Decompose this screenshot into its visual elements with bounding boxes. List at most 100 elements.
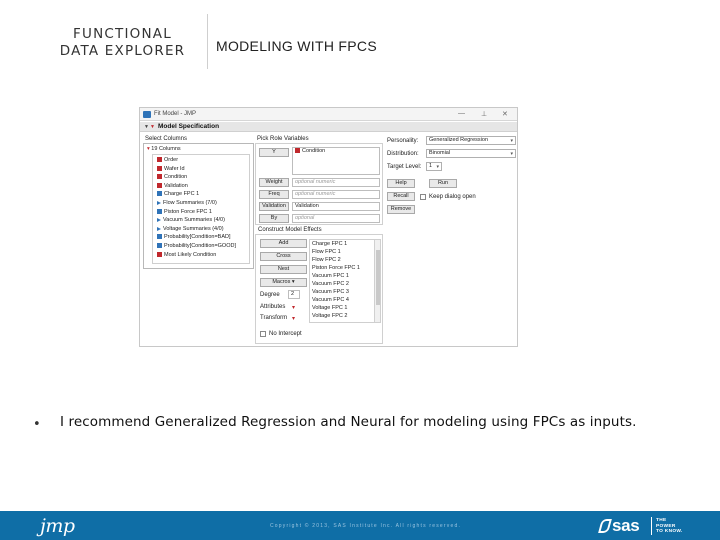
degree-label: Degree (260, 292, 280, 298)
model-effect-item[interactable]: Flow FPC 2 (312, 257, 341, 263)
distribution-label: Distribution: (387, 151, 419, 157)
nest-effect-button[interactable]: Nest (260, 265, 307, 274)
target-level-dropdown[interactable]: 1 ▾ (426, 162, 442, 171)
model-effect-item[interactable]: Voltage FPC 1 (312, 305, 347, 311)
model-spec-header[interactable]: ▼ ▼ Model Specification (140, 122, 517, 132)
validation-role-button[interactable]: Validation (259, 202, 289, 211)
column-list-item-label: Piston Force FPC 1 (164, 208, 212, 215)
column-list-item[interactable]: Charge FPC 1 (157, 191, 199, 197)
model-effect-item[interactable]: Voltage FPC 2 (312, 313, 347, 319)
personality-dropdown[interactable]: Generalized Regression ▾ (426, 136, 516, 145)
column-list-item[interactable]: Wafer Id (157, 165, 185, 172)
section-title-line2: DATA EXPLORER (59, 43, 186, 59)
red-triangle-menu-icon[interactable]: ▼ (150, 124, 155, 130)
expand-group-icon[interactable] (157, 218, 161, 223)
transform-label: Transform (260, 315, 288, 321)
column-list-item[interactable]: Vacuum Summaries (4/0) (157, 217, 225, 223)
sas-logo-text: sas (612, 516, 640, 535)
run-button[interactable]: Run (429, 179, 457, 188)
column-list-item-label: Voltage Summaries (4/0) (163, 225, 224, 232)
columns-count-label: 19 Columns (151, 146, 181, 152)
no-intercept-checkbox[interactable] (260, 331, 266, 337)
maximize-icon[interactable]: ⊥ (481, 110, 487, 118)
model-effect-item[interactable]: Vacuum FPC 4 (312, 297, 349, 303)
chevron-down-icon: ▾ (510, 151, 513, 157)
column-list-item-label: Vacuum Summaries (4/0) (163, 217, 225, 224)
column-list-item[interactable]: Most Likely Condition (157, 251, 217, 258)
columns-list[interactable]: Order Wafer Id Condition Validation Charge F… (152, 154, 250, 264)
column-list-item-label: Wafer Id (164, 165, 185, 172)
distribution-value: Binomial (429, 150, 451, 156)
chevron-down-icon: ▾ (291, 279, 295, 285)
window-titlebar[interactable]: Fit Model - JMP — ⊥ ✕ (140, 108, 517, 121)
column-list-item[interactable]: Piston Force FPC 1 (157, 208, 212, 215)
freq-role-field[interactable]: optional numeric (292, 190, 380, 199)
expand-group-icon[interactable] (157, 226, 161, 231)
model-effect-item[interactable]: Vacuum FPC 3 (312, 289, 349, 295)
nominal-icon (157, 174, 162, 180)
chevron-down-icon: ▾ (510, 138, 513, 144)
nominal-icon (157, 251, 162, 257)
close-icon[interactable]: ✕ (502, 110, 508, 118)
cross-effect-button[interactable]: Cross (260, 252, 307, 261)
help-button[interactable]: Help (387, 179, 415, 188)
column-list-item[interactable]: Validation (157, 182, 188, 189)
pick-role-panel: Y Condition Weight optional numeric Freq… (255, 143, 383, 225)
jmp-logo: jmp (40, 515, 75, 537)
effects-scrollbar-thumb[interactable] (376, 250, 380, 305)
model-spec-title: Model Specification (158, 123, 220, 130)
weight-role-button[interactable]: Weight (259, 178, 289, 187)
chevron-down-icon: ▾ (436, 164, 439, 170)
disclosure-triangle-icon[interactable]: ▼ (144, 124, 149, 130)
expand-group-icon[interactable] (157, 201, 161, 205)
degree-field[interactable]: 2 (288, 290, 300, 299)
recall-button[interactable]: Recall (387, 192, 415, 201)
model-effect-item[interactable]: Charge FPC 1 (312, 241, 347, 247)
model-effects-list[interactable]: Charge FPC 1 Flow FPC 1 Flow FPC 2 Piston F… (309, 239, 381, 323)
continuous-icon (157, 243, 162, 248)
distribution-dropdown[interactable]: Binomial ▾ (426, 149, 516, 158)
freq-role-button[interactable]: Freq (259, 190, 289, 199)
sas-logo: sas (598, 516, 640, 536)
personality-value: Generalized Regression (429, 137, 489, 143)
minimize-icon[interactable]: — (458, 110, 465, 117)
by-role-button[interactable]: By (259, 214, 289, 223)
columns-count[interactable]: ▾ 19 Columns (147, 146, 181, 152)
jmp-app-icon (143, 111, 151, 118)
column-list-item[interactable]: Voltage Summaries (4/0) (157, 226, 224, 232)
model-effect-item[interactable]: Vacuum FPC 1 (312, 273, 349, 279)
column-list-item-label: Most Likely Condition (164, 251, 217, 258)
column-list-item-label: Probability[Condition=GOOD] (164, 243, 236, 249)
header-divider (207, 14, 208, 69)
by-role-field[interactable]: optional (292, 214, 380, 223)
slide-title: MODELING WITH FPCS (216, 38, 377, 54)
y-role-button[interactable]: Y (259, 148, 289, 157)
footer-divider (651, 517, 652, 535)
column-list-item[interactable]: Probability[Condition=GOOD] (157, 243, 236, 249)
add-effect-button[interactable]: Add (260, 239, 307, 248)
column-list-item[interactable]: Flow Summaries (7/0) (157, 200, 217, 206)
model-effect-item[interactable]: Flow FPC 1 (312, 249, 341, 255)
y-role-field[interactable]: Condition (292, 147, 380, 175)
nominal-icon (157, 165, 162, 171)
tagline-line3: TO KNOW. (656, 529, 683, 534)
macros-button[interactable]: Macros ▾ (260, 278, 307, 287)
validation-role-field[interactable]: Validation (292, 202, 380, 211)
nominal-icon (157, 182, 162, 188)
column-list-item[interactable]: Condition (157, 174, 187, 180)
red-triangle-menu-icon[interactable]: ▾ (147, 146, 150, 152)
column-list-item[interactable]: Probability[Condition=BAD] (157, 234, 231, 240)
select-columns-panel: ▾ 19 Columns Order Wafer Id Condition Valid… (143, 143, 254, 269)
red-triangle-menu-icon[interactable]: ▾ (292, 315, 295, 322)
remove-button[interactable]: Remove (387, 205, 415, 214)
column-list-item[interactable]: Order (157, 157, 178, 163)
weight-role-field[interactable]: optional numeric (292, 178, 380, 187)
red-triangle-menu-icon[interactable]: ▾ (292, 304, 295, 311)
effects-scrollbar[interactable] (374, 240, 380, 322)
keep-dialog-checkbox[interactable] (420, 194, 426, 200)
attributes-label: Attributes (260, 304, 286, 310)
model-effect-item[interactable]: Vacuum FPC 2 (312, 281, 349, 287)
window-title: Fit Model - JMP (154, 111, 197, 117)
model-effect-item[interactable]: Piston Force FPC 1 (312, 265, 360, 271)
continuous-icon (157, 191, 162, 197)
